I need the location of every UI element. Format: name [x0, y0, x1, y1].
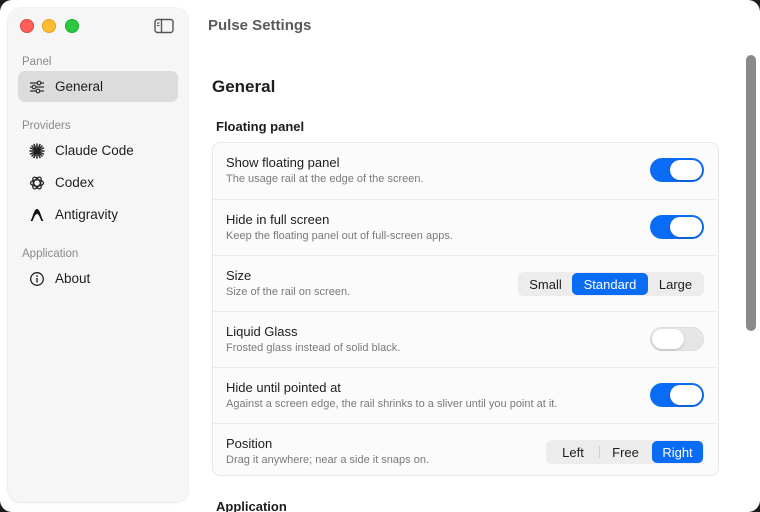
claude-burst-icon — [29, 142, 45, 159]
position-option-right[interactable]: Right — [652, 441, 703, 463]
section-label-application: Application — [22, 248, 79, 260]
show-floating-panel-toggle[interactable] — [650, 158, 704, 182]
openai-knot-icon — [29, 175, 45, 191]
setting-row-show-floating-panel: Show floating panel The usage rail at th… — [213, 143, 718, 199]
sliders-icon — [29, 79, 45, 95]
size-option-small[interactable]: Small — [519, 273, 572, 295]
size-option-standard[interactable]: Standard — [572, 273, 648, 295]
setting-title: Show floating panel — [226, 155, 340, 170]
info-circle-icon — [29, 271, 45, 287]
section-heading-floating-panel: Floating panel — [216, 119, 305, 134]
sidebar-item-label: About — [55, 271, 91, 286]
position-option-free[interactable]: Free — [599, 441, 652, 463]
setting-row-hide-in-full-screen: Hide in full screen Keep the floating pa… — [213, 199, 718, 255]
sidebar-item-label: Codex — [55, 175, 95, 190]
size-option-large[interactable]: Large — [648, 273, 703, 295]
window-title: Pulse Settings — [208, 17, 312, 34]
sidebar-item-about[interactable]: About — [18, 263, 178, 294]
setting-subtitle: Keep the floating panel out of full-scre… — [226, 230, 453, 242]
minimize-window-button[interactable] — [42, 19, 56, 33]
setting-subtitle: The usage rail at the edge of the screen… — [226, 173, 424, 185]
sidebar-item-antigravity[interactable]: Antigravity — [18, 199, 178, 230]
setting-subtitle: Frosted glass instead of solid black. — [226, 342, 401, 354]
setting-title: Liquid Glass — [226, 324, 298, 339]
vertical-scrollbar-thumb[interactable] — [746, 55, 756, 331]
setting-title: Position — [226, 436, 273, 451]
hide-in-full-screen-toggle[interactable] — [650, 215, 704, 239]
setting-row-hide-until-pointed-at: Hide until pointed at Against a screen e… — [213, 367, 718, 423]
hide-until-pointed-at-toggle[interactable] — [650, 383, 704, 407]
antigravity-arch-icon — [29, 207, 45, 223]
liquid-glass-toggle[interactable] — [650, 327, 704, 351]
sidebar-item-label: General — [55, 79, 104, 94]
setting-row-liquid-glass: Liquid Glass Frosted glass instead of so… — [213, 311, 718, 367]
sidebar-toggle-icon[interactable] — [154, 18, 174, 34]
sidebar-item-claude-code[interactable]: Claude Code — [18, 135, 178, 166]
setting-title: Hide until pointed at — [226, 380, 341, 395]
setting-row-position: Position Drag it anywhere; near a side i… — [213, 423, 718, 479]
settings-window: Panel General Providers Claude Code Code… — [0, 0, 760, 512]
setting-title: Hide in full screen — [226, 212, 330, 227]
sidebar-item-general[interactable]: General — [18, 71, 178, 102]
setting-subtitle: Drag it anywhere; near a side it snaps o… — [226, 454, 430, 466]
position-option-left[interactable]: Left — [547, 441, 599, 463]
section-heading-application: Application — [216, 499, 287, 512]
setting-title: Size — [226, 268, 252, 283]
size-segmented-control: Small Standard Large — [518, 272, 704, 296]
section-label-panel: Panel — [22, 56, 52, 68]
position-segmented-control: Left Free Right — [546, 440, 704, 464]
maximize-window-button[interactable] — [65, 19, 79, 33]
close-window-button[interactable] — [20, 19, 34, 33]
sidebar-item-label: Claude Code — [55, 143, 134, 158]
section-label-providers: Providers — [22, 120, 71, 132]
sidebar-item-label: Antigravity — [55, 207, 119, 222]
sidebar-item-codex[interactable]: Codex — [18, 167, 178, 198]
floating-panel-settings-card: Show floating panel The usage rail at th… — [212, 142, 719, 476]
sidebar: Panel General Providers Claude Code Code… — [8, 8, 188, 502]
page-title: General — [212, 77, 276, 96]
setting-row-size: Size Size of the rail on screen. Small S… — [213, 255, 718, 311]
setting-subtitle: Against a screen edge, the rail shrinks … — [226, 398, 558, 410]
setting-subtitle: Size of the rail on screen. — [226, 286, 351, 298]
